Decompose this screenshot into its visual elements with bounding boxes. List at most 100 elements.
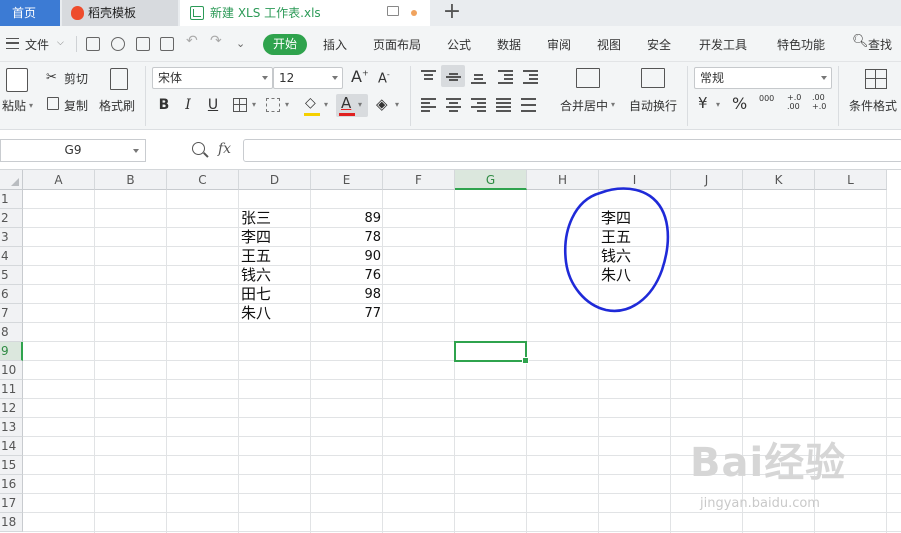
- column-header-i[interactable]: I: [599, 170, 671, 190]
- row-header-13[interactable]: 13: [0, 418, 23, 437]
- currency-icon[interactable]: ¥: [698, 94, 708, 112]
- tab-home[interactable]: 首页: [0, 0, 60, 26]
- menu-search[interactable]: 查找: [868, 36, 892, 53]
- undo-icon[interactable]: ↶: [186, 33, 198, 49]
- percent-button[interactable]: %: [732, 94, 747, 113]
- underline-button[interactable]: U: [204, 95, 222, 115]
- menu-view[interactable]: 视图: [597, 36, 621, 53]
- column-header-f[interactable]: F: [383, 170, 455, 190]
- row-header-1[interactable]: 1: [0, 190, 23, 209]
- increase-font-icon[interactable]: A+: [351, 67, 369, 86]
- merge-center-button[interactable]: 合并居中: [560, 97, 608, 114]
- align-top-icon[interactable]: [421, 70, 436, 83]
- cell-i5[interactable]: 朱八: [601, 266, 669, 285]
- cell-e4[interactable]: 90: [313, 247, 381, 266]
- row-header-12[interactable]: 12: [0, 399, 23, 418]
- formula-input[interactable]: [243, 139, 901, 162]
- cut-button[interactable]: 剪切: [64, 70, 88, 87]
- align-bottom-icon[interactable]: [471, 70, 486, 84]
- print-icon[interactable]: [136, 37, 150, 51]
- save-icon[interactable]: [86, 37, 100, 51]
- export-icon[interactable]: [111, 37, 125, 51]
- format-painter-button[interactable]: 格式刷: [99, 97, 135, 114]
- row-header-6[interactable]: 6: [0, 285, 23, 304]
- column-header-b[interactable]: B: [95, 170, 167, 190]
- paste-icon[interactable]: [6, 68, 28, 92]
- menu-insert[interactable]: 插入: [323, 36, 347, 53]
- font-size-select[interactable]: 12: [273, 67, 343, 89]
- row-header-5[interactable]: 5: [0, 266, 23, 285]
- currency-dropdown-icon[interactable]: ▾: [716, 100, 720, 109]
- row-header-17[interactable]: 17: [0, 494, 23, 513]
- cell-e5[interactable]: 76: [313, 266, 381, 285]
- row-header-15[interactable]: 15: [0, 456, 23, 475]
- column-header-j[interactable]: J: [671, 170, 743, 190]
- search-icon[interactable]: 🔍︎: [852, 34, 869, 49]
- cell-style-dropdown-icon[interactable]: ▾: [285, 100, 289, 109]
- clear-dropdown-icon[interactable]: ▾: [395, 100, 399, 109]
- menu-special[interactable]: 特色功能: [777, 36, 825, 53]
- cell-i2[interactable]: 李四: [601, 209, 669, 228]
- menu-formulas[interactable]: 公式: [447, 36, 471, 53]
- wrap-text-button[interactable]: 自动换行: [629, 97, 677, 114]
- menu-security[interactable]: 安全: [647, 36, 671, 53]
- borders-dropdown-icon[interactable]: ▾: [252, 100, 256, 109]
- number-format-select[interactable]: 常规: [694, 67, 832, 89]
- column-header-a[interactable]: A: [23, 170, 95, 190]
- cell-d6[interactable]: 田七: [241, 285, 309, 304]
- cell-i4[interactable]: 钱六: [601, 247, 669, 266]
- row-header-14[interactable]: 14: [0, 437, 23, 456]
- chevron-down-icon[interactable]: ⌵: [57, 38, 64, 48]
- decrease-font-icon[interactable]: A-: [378, 70, 390, 86]
- column-header-c[interactable]: C: [167, 170, 239, 190]
- print-preview-icon[interactable]: [160, 37, 174, 51]
- menu-page-layout[interactable]: 页面布局: [373, 36, 421, 53]
- decrease-decimal-button[interactable]: .00 +.0: [812, 93, 828, 111]
- column-header-g[interactable]: G: [455, 170, 527, 190]
- cell-d7[interactable]: 朱八: [241, 304, 309, 323]
- align-right-icon[interactable]: [471, 98, 486, 112]
- menu-home[interactable]: 开始: [263, 34, 307, 55]
- menu-file[interactable]: 文件: [25, 36, 49, 53]
- menu-data[interactable]: 数据: [497, 36, 521, 53]
- row-header-9[interactable]: 9: [0, 342, 23, 361]
- fx-icon[interactable]: fx: [218, 141, 231, 157]
- cell-d5[interactable]: 钱六: [241, 266, 309, 285]
- cell-e7[interactable]: 77: [313, 304, 381, 323]
- zoom-icon[interactable]: [192, 142, 205, 155]
- justify-icon[interactable]: [496, 98, 511, 112]
- conditional-format-button[interactable]: 条件格式: [849, 97, 897, 114]
- row-header-2[interactable]: 2: [0, 209, 23, 228]
- row-header-18[interactable]: 18: [0, 513, 23, 532]
- redo-icon[interactable]: ↷: [210, 33, 222, 49]
- select-all-corner[interactable]: [0, 170, 23, 190]
- column-header-k[interactable]: K: [743, 170, 815, 190]
- fill-color-icon[interactable]: ◇: [305, 95, 316, 111]
- thousands-button[interactable]: 000: [759, 95, 774, 103]
- row-header-10[interactable]: 10: [0, 361, 23, 380]
- borders-icon[interactable]: [233, 98, 247, 112]
- cell-style-icon[interactable]: [266, 98, 280, 112]
- cell-d3[interactable]: 李四: [241, 228, 309, 247]
- cell-d4[interactable]: 王五: [241, 247, 309, 266]
- column-header-h[interactable]: H: [527, 170, 599, 190]
- fill-dropdown-icon[interactable]: ▾: [324, 100, 328, 109]
- increase-indent-icon[interactable]: [523, 70, 538, 84]
- selected-cell-g9[interactable]: [454, 341, 529, 364]
- customize-toolbar-icon[interactable]: ⌄: [236, 37, 245, 50]
- cell-e6[interactable]: 98: [313, 285, 381, 304]
- clear-icon[interactable]: ◈: [376, 95, 388, 113]
- row-header-3[interactable]: 3: [0, 228, 23, 247]
- font-name-select[interactable]: 宋体: [152, 67, 273, 89]
- align-center-icon[interactable]: [446, 98, 461, 112]
- new-tab-button[interactable]: +: [440, 0, 464, 26]
- column-header-d[interactable]: D: [239, 170, 311, 190]
- copy-button[interactable]: 复制: [64, 97, 88, 114]
- menu-review[interactable]: 审阅: [547, 36, 571, 53]
- tab-template[interactable]: 稻壳模板: [62, 0, 178, 26]
- italic-button[interactable]: I: [179, 95, 197, 115]
- cell-e3[interactable]: 78: [313, 228, 381, 247]
- column-header-l[interactable]: L: [815, 170, 887, 190]
- font-color-dropdown-icon[interactable]: ▾: [358, 100, 362, 109]
- hamburger-icon[interactable]: [6, 38, 19, 49]
